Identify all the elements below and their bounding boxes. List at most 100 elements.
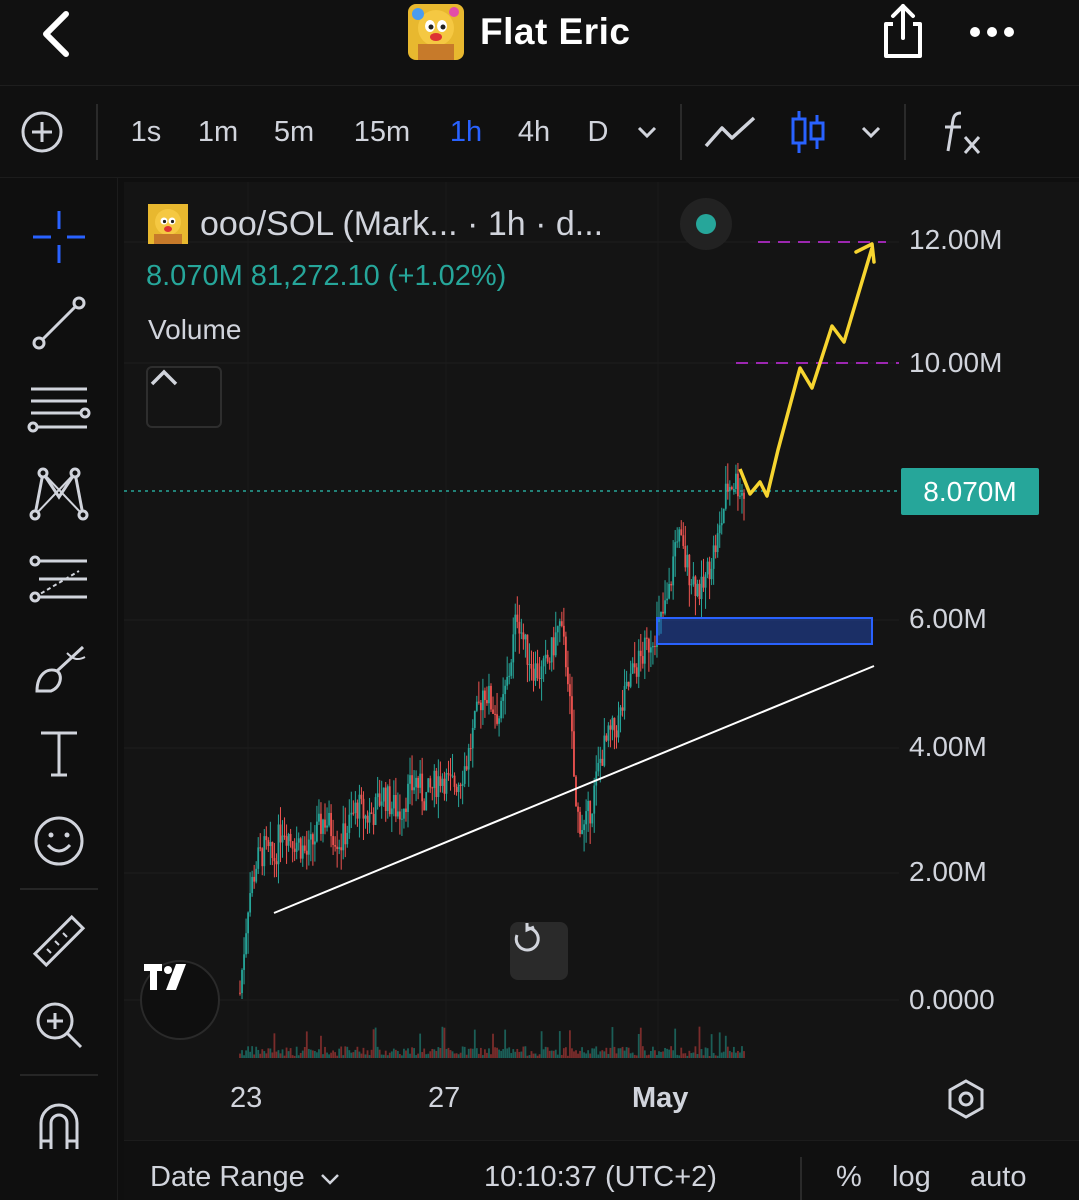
volume-bar — [571, 1048, 573, 1058]
ohlc-values: 8.070M 81,272.10 (+1.02%) — [146, 260, 507, 292]
tradingview-logo[interactable] — [140, 960, 220, 1040]
horizontal-lines-tool[interactable] — [14, 374, 104, 444]
volume-bar — [407, 1048, 409, 1058]
candle-body — [257, 847, 260, 869]
interval-d[interactable]: D — [578, 86, 618, 178]
candle-body — [358, 794, 361, 819]
magnet-tool[interactable] — [14, 1092, 104, 1162]
candle-body — [643, 637, 646, 664]
interval-1s[interactable]: 1s — [118, 86, 174, 178]
more-options-button[interactable] — [965, 10, 1019, 50]
crosshair-tool[interactable] — [14, 202, 104, 272]
candle-body — [617, 715, 620, 738]
chart-type-dropdown[interactable] — [854, 86, 888, 178]
volume-bar — [261, 1049, 264, 1058]
candle-body — [435, 770, 438, 797]
volume-bar — [305, 1031, 308, 1058]
symbol-title[interactable]: ooo/SOL (Mark... · 1h · d... — [200, 205, 603, 244]
candlestick-series — [239, 462, 745, 999]
volume-bar — [471, 1048, 474, 1058]
brush-tool[interactable] — [14, 634, 104, 704]
volume-bar — [724, 1035, 727, 1058]
volume-bar — [629, 1053, 632, 1058]
market-status-indicator[interactable] — [680, 198, 732, 250]
candle-body — [245, 933, 247, 955]
volume-indicator-label[interactable]: Volume — [148, 314, 241, 346]
volume-bar — [739, 1052, 741, 1058]
candle-body — [726, 483, 729, 492]
chevron-down-icon — [320, 1174, 339, 1185]
candle-body — [401, 818, 403, 820]
candles-chart-button[interactable] — [786, 86, 830, 178]
volume-bar — [295, 1046, 298, 1058]
volume-bar — [662, 1051, 664, 1058]
candle-body — [334, 845, 337, 847]
reset-chart-button[interactable] — [510, 922, 568, 980]
volume-bar — [712, 1052, 715, 1058]
volume-bar — [328, 1054, 330, 1058]
percent-scale-toggle[interactable]: % — [836, 1161, 862, 1194]
candle-body — [429, 778, 432, 788]
volume-bar — [704, 1047, 707, 1058]
clock-timezone[interactable]: 10:10:37 (UTC+2) — [484, 1161, 717, 1194]
candle-body — [500, 700, 503, 719]
volume-bar — [516, 1048, 519, 1058]
top-navigation-bar: Flat Eric — [0, 0, 1079, 86]
candle-body — [589, 800, 592, 824]
volume-bar — [562, 1048, 565, 1058]
collapse-legend-button[interactable] — [146, 366, 222, 428]
ruler-tool[interactable] — [14, 906, 104, 976]
candle-body — [303, 845, 306, 851]
volume-bar — [506, 1048, 509, 1058]
volume-bar — [589, 1053, 592, 1058]
volume-bar — [647, 1054, 650, 1058]
interval-1m[interactable]: 1m — [186, 86, 250, 178]
chart-area[interactable]: ooo/SOL (Mark... · 1h · d... 8.070M 81,2… — [124, 182, 1079, 1140]
interval-1h[interactable]: 1h — [438, 86, 494, 178]
fib-tool[interactable] — [14, 546, 104, 616]
volume-bar — [322, 1054, 324, 1058]
candle-body — [320, 813, 322, 834]
pattern-tool[interactable] — [14, 458, 104, 528]
volume-bar — [316, 1052, 318, 1058]
candle-body — [666, 598, 668, 601]
interval-dropdown[interactable] — [630, 86, 664, 178]
chart-settings-button[interactable] — [944, 1077, 988, 1121]
candle-body — [607, 725, 610, 741]
price-label-12m: 12.00M — [909, 224, 1003, 255]
emoji-tool[interactable] — [14, 806, 104, 876]
status-dot — [696, 214, 716, 234]
auto-scale-toggle[interactable]: auto — [970, 1161, 1026, 1194]
volume-bar — [334, 1052, 337, 1058]
share-button[interactable] — [878, 2, 928, 60]
log-scale-toggle[interactable]: log — [892, 1161, 931, 1194]
zoom-in-tool[interactable] — [14, 990, 104, 1060]
chevron-down-icon — [637, 126, 657, 139]
time-label-27: 27 — [428, 1082, 461, 1114]
interval-15m[interactable]: 15m — [340, 86, 424, 178]
interval-4h[interactable]: 4h — [506, 86, 562, 178]
trend-line-tool[interactable] — [14, 288, 104, 358]
candle-body — [423, 801, 426, 811]
candle-body — [486, 700, 488, 704]
candle-body — [692, 576, 695, 585]
candle-body — [249, 893, 252, 913]
candle-body — [368, 812, 371, 823]
candle-body — [348, 814, 351, 833]
back-button[interactable] — [30, 8, 90, 58]
add-symbol-button[interactable] — [16, 86, 68, 178]
date-range-button[interactable]: Date Range — [150, 1161, 341, 1194]
candle-body — [380, 801, 383, 806]
candle-body — [488, 685, 490, 704]
text-tool[interactable] — [14, 718, 104, 788]
legend-header[interactable]: ooo/SOL (Mark... · 1h · d... — [148, 204, 603, 244]
volume-bar — [676, 1054, 679, 1058]
candle-body — [390, 808, 393, 815]
candle-body — [688, 554, 691, 586]
interval-5m[interactable]: 5m — [262, 86, 326, 178]
indicators-button[interactable] — [930, 86, 990, 178]
volume-bar — [376, 1046, 379, 1058]
volume-bar — [534, 1053, 537, 1058]
candle-body — [287, 833, 290, 846]
line-chart-button[interactable] — [700, 86, 760, 178]
